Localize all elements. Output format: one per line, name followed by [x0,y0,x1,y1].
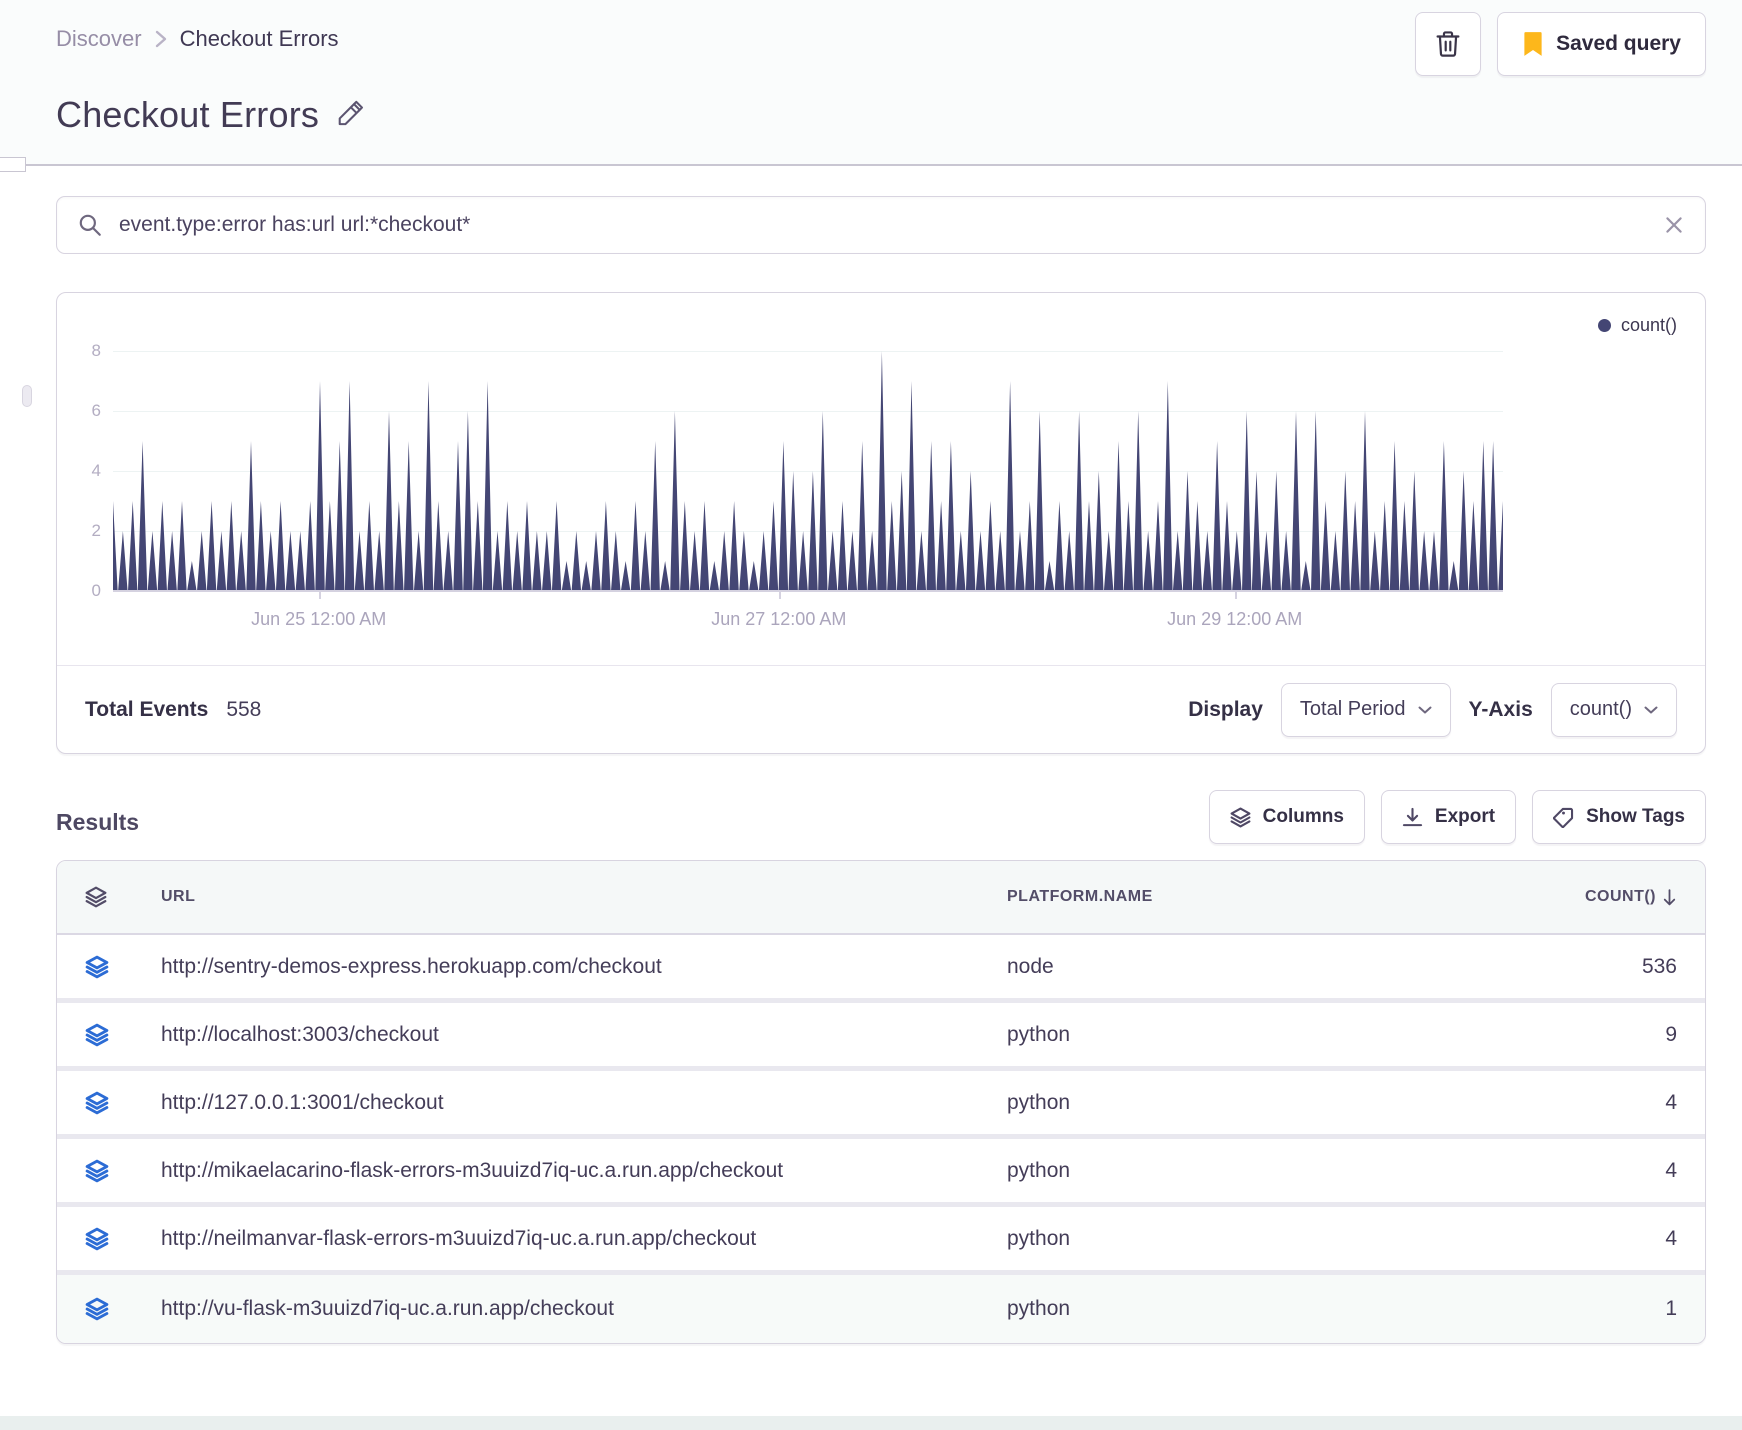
row-actions-button[interactable] [85,1023,161,1047]
url-cell: http://sentry-demos-express.herokuapp.co… [161,954,662,978]
legend-dot [1597,319,1611,332]
layers-icon [85,1159,109,1183]
count-cell: 4 [1665,1158,1677,1182]
layers-icon [1230,807,1251,828]
url-cell: http://localhost:3003/checkout [161,1022,439,1046]
table-header-row: URL PLATFORM.NAME COUNT() [57,861,1705,935]
legend-label: count() [1620,315,1677,335]
show-tags-label: Show Tags [1586,806,1685,827]
sidebar-collapse-handle[interactable] [0,157,26,172]
header-layers-icon[interactable] [85,886,161,908]
total-events-value: 558 [226,697,262,721]
close-icon [1663,214,1685,236]
export-label: Export [1434,806,1496,827]
x-axis-line [113,590,1503,592]
count-cell: 9 [1665,1022,1677,1046]
chevron-down-icon [1418,705,1432,715]
column-header-count[interactable]: COUNT() [1527,888,1677,907]
saved-query-button[interactable]: Saved query [1497,12,1706,76]
total-events-label: Total Events [85,697,209,721]
edit-title-button[interactable] [335,99,365,131]
platform-cell: python [1007,1158,1071,1182]
platform-cell: node [1007,954,1054,978]
search-bar [56,196,1706,254]
clear-search-button[interactable] [1663,214,1685,236]
sort-desc-icon [1662,888,1677,907]
tag-icon [1553,807,1574,828]
display-select[interactable]: Total Period [1280,682,1451,737]
table-row[interactable]: http://neilmanvar-flask-errors-m3uuizd7i… [57,1207,1705,1275]
column-header-url[interactable]: URL [161,888,1007,906]
header-divider [0,157,1742,172]
panel-resize-handle[interactable] [22,385,32,407]
chart-plot[interactable]: Jun 25 12:00 AM Jun 27 12:00 AM Jun 29 12:… [113,351,1503,629]
count-cell: 1 [1665,1297,1677,1320]
export-button[interactable]: Export [1380,790,1517,844]
y-axis-labels: 02468 [91,341,101,600]
page-bottom-strip [0,1416,1742,1430]
url-cell: http://vu-flask-m3uuizd7iq-uc.a.run.app/… [161,1297,614,1320]
display-label: Display [1188,697,1263,721]
chart-footer: Total Events 558 Display Total Period Y-… [57,665,1705,753]
platform-cell: python [1007,1090,1071,1114]
platform-cell: python [1007,1297,1071,1320]
chevron-right-icon [154,28,168,50]
delete-query-button[interactable] [1415,12,1482,76]
table-row[interactable]: http://mikaelacarino-flask-errors-m3uuiz… [57,1139,1705,1207]
url-cell: http://127.0.0.1:3001/checkout [161,1090,444,1114]
chevron-down-icon [1644,705,1658,715]
yaxis-select[interactable]: count() [1550,682,1677,737]
yaxis-label: Y-Axis [1468,697,1533,721]
layers-icon [85,1023,109,1047]
show-tags-button[interactable]: Show Tags [1532,790,1706,844]
search-input[interactable] [119,213,1647,237]
events-chart: 02468 Jun 25 12:00 AM Jun 27 12:00 AM Jun … [57,293,1705,629]
breadcrumb-discover[interactable]: Discover [56,26,142,52]
layers-icon [85,955,109,979]
pencil-icon [335,99,365,131]
results-heading: Results [56,809,140,835]
breadcrumb-current: Checkout Errors [179,26,339,51]
columns-label: Columns [1262,806,1344,827]
platform-cell: python [1007,1022,1071,1046]
layers-icon [85,1297,109,1321]
url-cell: http://mikaelacarino-flask-errors-m3uuiz… [161,1158,784,1182]
chart-card: count() 02468 Jun 25 12:00 AM Jun 27 12:0… [56,292,1706,754]
layers-icon [85,1227,109,1251]
url-cell: http://neilmanvar-flask-errors-m3uuizd7i… [161,1226,757,1250]
columns-button[interactable]: Columns [1208,790,1365,844]
saved-query-label: Saved query [1556,32,1681,55]
download-icon [1402,807,1423,828]
column-header-platform[interactable]: PLATFORM.NAME [1007,888,1527,906]
trash-icon [1434,29,1462,59]
page-header: Discover Checkout Errors Saved query Che… [0,0,1742,164]
results-table: URL PLATFORM.NAME COUNT() http://sentry-… [56,860,1706,1344]
chart-legend[interactable]: count() [1597,315,1677,336]
count-cell: 536 [1641,954,1677,978]
row-actions-button[interactable] [85,1297,161,1321]
layers-icon [85,1091,109,1115]
table-row[interactable]: http://vu-flask-m3uuizd7iq-uc.a.run.app/… [57,1275,1705,1343]
bookmark-icon [1522,30,1544,58]
results-table-body: http://sentry-demos-express.herokuapp.co… [57,935,1705,1343]
table-row[interactable]: http://localhost:3003/checkout python 9 [57,1003,1705,1071]
yaxis-value: count() [1569,698,1632,720]
search-icon [77,212,103,238]
row-actions-button[interactable] [85,1159,161,1183]
row-actions-button[interactable] [85,955,161,979]
row-actions-button[interactable] [85,1091,161,1115]
table-row[interactable]: http://127.0.0.1:3001/checkout python 4 [57,1071,1705,1139]
table-row[interactable]: http://sentry-demos-express.herokuapp.co… [57,935,1705,1003]
count-cell: 4 [1665,1090,1677,1114]
page-title: Checkout Errors [56,94,320,135]
count-cell: 4 [1665,1226,1677,1250]
row-actions-button[interactable] [85,1227,161,1251]
platform-cell: python [1007,1226,1071,1250]
display-value: Total Period [1299,698,1406,720]
